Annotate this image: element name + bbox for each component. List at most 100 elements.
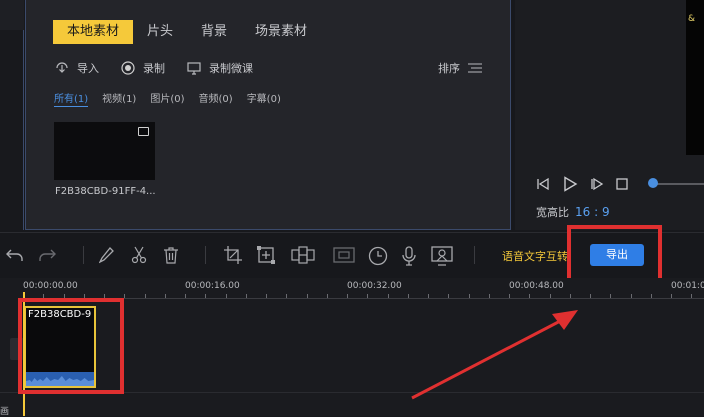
record-lesson-button[interactable]: 录制微课: [187, 60, 253, 76]
ruler-tick: [509, 294, 510, 298]
media-filters: 所有(1) 视频(1) 图片(0) 音频(0) 字幕(0): [54, 90, 295, 107]
tick-label: 00:00:32.00: [347, 281, 402, 291]
ruler-tick: [43, 294, 44, 298]
track-label: 画: [0, 407, 10, 417]
record-lesson-label: 录制微课: [209, 62, 253, 75]
ruler-tick: [550, 294, 551, 298]
ruler-tick: [631, 294, 632, 298]
ruler-tick: [104, 294, 105, 298]
screen-record-icon: [187, 61, 201, 75]
audio-waveform: [26, 372, 94, 386]
video-track: [0, 304, 704, 393]
play-button[interactable]: [562, 176, 578, 192]
clip-name: F2B38CBD-9: [28, 309, 92, 320]
ruler-tick: [165, 294, 166, 298]
ruler-tick: [124, 294, 125, 298]
tab-scene-media[interactable]: 场景素材: [241, 20, 321, 44]
aspect-value[interactable]: 16 : 9: [575, 205, 610, 219]
import-button[interactable]: 导入: [55, 60, 99, 76]
trash-icon[interactable]: [163, 246, 179, 264]
step-forward-icon: [591, 177, 604, 191]
ruler-tick: [307, 294, 308, 298]
track-lock-toggle[interactable]: [10, 338, 24, 360]
tick-label: 00:00:16.00: [185, 281, 240, 291]
left-sidebar: [0, 0, 24, 230]
ruler-tick: [205, 294, 206, 298]
ruler-tick: [84, 294, 85, 298]
preview-overlay-glyph: &: [688, 14, 696, 24]
record-label: 录制: [143, 62, 165, 75]
ruler-tick: [428, 294, 429, 298]
aspect-ratio: 宽高比 16 : 9: [536, 204, 610, 220]
filter-subtitle[interactable]: 字幕(0): [247, 90, 281, 107]
ruler-tick: [590, 294, 591, 298]
filter-audio[interactable]: 音频(0): [199, 90, 233, 107]
timeline-clip[interactable]: F2B38CBD-9: [24, 306, 96, 388]
ruler-tick: [570, 294, 571, 298]
ruler-tick: [388, 294, 389, 298]
ruler-tick: [448, 294, 449, 298]
import-icon: [56, 62, 68, 73]
tab-intro[interactable]: 片头: [133, 20, 187, 44]
media-tools: 导入 录制 录制微课: [55, 60, 275, 76]
sort-button[interactable]: 排序: [438, 60, 482, 76]
tick-label: 00:01:0: [671, 281, 704, 291]
ruler-tick: [327, 294, 328, 298]
aspect-label: 宽高比: [536, 206, 569, 219]
record-icon: [121, 61, 135, 75]
sort-label: 排序: [438, 62, 460, 75]
tick-label: 00:00:00.00: [23, 281, 78, 291]
tab-local-media[interactable]: 本地素材: [53, 20, 134, 44]
ruler-tick: [64, 294, 65, 298]
ruler-tick: [489, 294, 490, 298]
speech-text-convert-button[interactable]: 语音文字互转: [502, 248, 568, 264]
scissors-icon[interactable]: [131, 246, 147, 264]
volume-knob[interactable]: [648, 178, 658, 188]
ruler-tick: [145, 294, 146, 298]
media-item-name: F2B38CBD-91FF-4...: [55, 186, 156, 197]
ruler-tick: [367, 294, 368, 298]
ruler-tick: [226, 294, 227, 298]
record-button[interactable]: 录制: [121, 60, 165, 76]
pencil-icon[interactable]: [99, 246, 115, 264]
ruler-tick: [246, 294, 247, 298]
ruler-tick: [529, 294, 530, 298]
ruler-tick: [185, 294, 186, 298]
media-item-thumbnail[interactable]: [54, 122, 155, 180]
export-button[interactable]: 导出: [590, 244, 644, 266]
mosaic-icon[interactable]: [257, 246, 275, 264]
sort-list-icon: [468, 63, 482, 73]
split-screen-icon[interactable]: [291, 246, 315, 264]
ruler-tick: [266, 294, 267, 298]
tab-background[interactable]: 背景: [187, 20, 241, 44]
step-back-icon: [537, 177, 549, 191]
crop-icon[interactable]: [224, 246, 242, 264]
undo-icon[interactable]: [6, 246, 24, 262]
microphone-icon[interactable]: [401, 246, 417, 266]
screen-capture-icon[interactable]: [431, 246, 453, 266]
ruler-tick: [610, 294, 611, 298]
import-label: 导入: [77, 62, 99, 75]
tick-label: 00:00:48.00: [509, 281, 564, 291]
frame-icon[interactable]: [333, 246, 355, 264]
stop-button[interactable]: [616, 178, 628, 190]
timeline-ruler[interactable]: [23, 298, 704, 299]
play-icon: [564, 176, 578, 192]
ruler-tick: [286, 294, 287, 298]
ruler-tick: [651, 294, 652, 298]
media-tabs: 本地素材 片头 背景 场景素材: [53, 20, 321, 44]
volume-track[interactable]: [651, 183, 704, 185]
ruler-tick: [691, 294, 692, 298]
preview-panel: [515, 0, 704, 230]
ruler-tick: [469, 294, 470, 298]
filter-image[interactable]: 图片(0): [150, 90, 184, 107]
ruler-tick: [347, 294, 348, 298]
filter-all[interactable]: 所有(1): [54, 90, 89, 107]
playhead[interactable]: [23, 292, 25, 416]
prev-frame-button[interactable]: [536, 177, 550, 191]
next-frame-button[interactable]: [590, 177, 604, 191]
filter-video[interactable]: 视频(1): [102, 90, 136, 107]
ruler-tick: [671, 294, 672, 298]
redo-icon[interactable]: [38, 246, 56, 262]
clock-icon[interactable]: [368, 246, 388, 266]
